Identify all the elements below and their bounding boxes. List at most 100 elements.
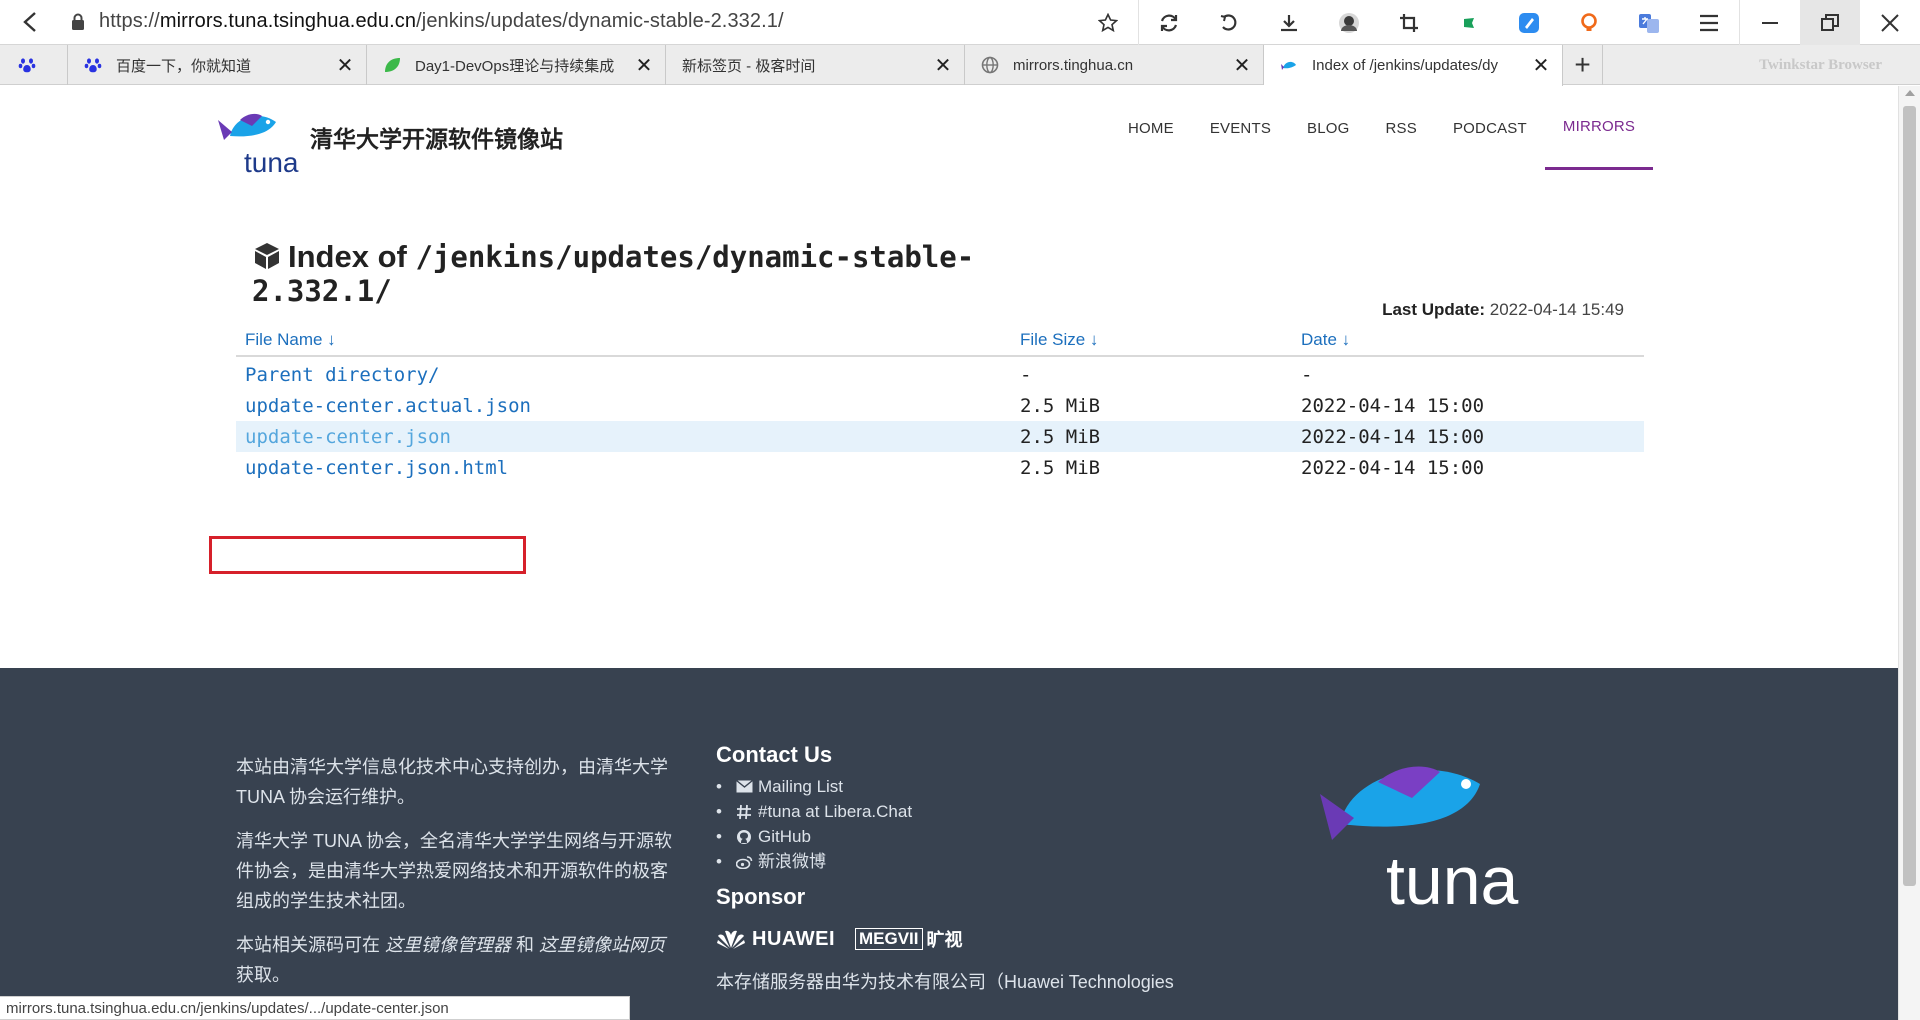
menu-button[interactable]: [1679, 0, 1739, 45]
minimize-button[interactable]: [1740, 0, 1800, 45]
translate-button[interactable]: [1619, 0, 1679, 45]
file-link[interactable]: update-center.actual.json: [245, 395, 531, 417]
browser-toolbar: https://mirrors.tuna.tsinghua.edu.cn/jen…: [0, 0, 1920, 45]
table-row: Parent directory/ - -: [236, 359, 1644, 390]
footer-about: 本站由清华大学信息化技术中心支持创办，由清华大学 TUNA 协会运行维护。 清华…: [236, 752, 676, 1004]
avatar-icon: [1339, 12, 1359, 33]
nav-home[interactable]: HOME: [1110, 86, 1192, 170]
tab-close-button[interactable]: ✕: [1227, 50, 1257, 80]
reload-button[interactable]: [1139, 0, 1199, 45]
contact-item[interactable]: • Mailing List: [716, 774, 1196, 799]
huawei-logo[interactable]: HUAWEI: [716, 928, 835, 951]
tab-title: Index of /jenkins/updates/dy: [1312, 57, 1498, 74]
browser-brand: Twinkstar Browser: [1759, 57, 1882, 73]
about-paragraph: 本站相关源码可在 这里镜像管理器 和 这里镜像站网页 获取。: [236, 930, 676, 990]
file-date: -: [1301, 364, 1313, 386]
tab-close-button[interactable]: ✕: [330, 50, 360, 80]
file-link[interactable]: update-center.json: [245, 426, 451, 448]
bookmark-star-button[interactable]: [1078, 0, 1138, 45]
back-button[interactable]: [16, 7, 44, 37]
contact-item[interactable]: • #tuna at Libera.Chat: [716, 799, 1196, 824]
url-scheme: https://: [99, 10, 160, 32]
tab-pinned-baidu[interactable]: [0, 45, 68, 85]
megvii-logo[interactable]: MEGVII 旷视: [855, 926, 963, 952]
envelope-icon: [734, 778, 754, 796]
tuna-fish-icon: [1280, 57, 1298, 75]
source-link-mirror-manager[interactable]: 这里镜像管理器: [385, 935, 511, 955]
tab-index-jenkins[interactable]: Index of /jenkins/updates/dy ✕: [1264, 45, 1563, 86]
back-arrow-icon: [23, 12, 36, 32]
extension-avatar-button[interactable]: [1319, 0, 1379, 45]
reload-icon: [1160, 14, 1178, 31]
nav-events[interactable]: EVENTS: [1192, 86, 1289, 170]
url-path: /jenkins/updates/dynamic-stable-2.332.1/: [416, 10, 784, 32]
tab-close-button[interactable]: ✕: [1526, 51, 1556, 81]
close-icon: [1881, 13, 1899, 32]
tab-title: mirrors.tinghua.cn: [1013, 56, 1134, 74]
svg-text:tuna: tuna: [1386, 843, 1519, 914]
site-name[interactable]: 清华大学开源软件镜像站: [310, 120, 563, 154]
file-size: -: [1020, 364, 1032, 386]
crop-icon: [1400, 13, 1418, 32]
address-bar-url[interactable]: https://mirrors.tuna.tsinghua.edu.cn/jen…: [99, 10, 784, 33]
download-button[interactable]: [1259, 0, 1319, 45]
tab-baidu[interactable]: 百度一下，你就知道 ✕: [68, 45, 367, 85]
hamburger-menu-icon: [1700, 14, 1718, 31]
sort-by-name[interactable]: File Name ↓: [245, 330, 336, 350]
link-status-bubble: mirrors.tuna.tsinghua.edu.cn/jenkins/upd…: [0, 996, 630, 1020]
sort-by-size[interactable]: File Size ↓: [1020, 330, 1098, 350]
table-header: File Name ↓ File Size ↓ Date ↓: [236, 322, 1644, 357]
star-icon: [1098, 12, 1118, 32]
title-prefix: Index of: [288, 239, 407, 274]
table-row: update-center.actual.json 2.5 MiB 2022-0…: [236, 390, 1644, 421]
screenshot-crop-button[interactable]: [1379, 0, 1439, 45]
svg-text:tuna: tuna: [244, 147, 299, 176]
file-size: 2.5 MiB: [1020, 457, 1101, 479]
nav-podcast[interactable]: PODCAST: [1435, 86, 1545, 170]
nav-mirrors[interactable]: MIRRORS: [1544, 86, 1654, 170]
file-size: 2.5 MiB: [1020, 395, 1101, 417]
sort-by-date[interactable]: Date ↓: [1301, 330, 1350, 350]
sponsor-text: 本存储服务器由华为技术有限公司（Huawei Technologies: [716, 972, 1174, 992]
megvii-chinese-name: 旷视: [926, 930, 963, 950]
source-link-mirror-web[interactable]: 这里镜像站网页: [539, 935, 665, 955]
sponsor-heading: Sponsor: [716, 884, 806, 909]
nav-blog[interactable]: BLOG: [1289, 86, 1367, 170]
scroll-up-arrow-icon[interactable]: [1905, 90, 1915, 96]
scrollbar-thumb[interactable]: [1903, 106, 1916, 886]
contact-list: • Mailing List • #tuna at Libera.Chat • …: [716, 774, 1196, 874]
tab-close-button[interactable]: ✕: [629, 50, 659, 80]
extension-bulb-button[interactable]: [1559, 0, 1619, 45]
tab-mirrors-tinghua[interactable]: mirrors.tinghua.cn ✕: [965, 45, 1264, 85]
file-link[interactable]: Parent directory/: [245, 364, 439, 386]
file-link[interactable]: update-center.json.html: [245, 457, 508, 479]
restore-button[interactable]: [1800, 0, 1860, 45]
nav-rss[interactable]: RSS: [1368, 86, 1435, 170]
close-window-button[interactable]: [1860, 0, 1920, 45]
package-box-icon: [255, 243, 279, 269]
contact-item[interactable]: • 新浪微博: [716, 849, 1196, 874]
hash-icon: [734, 803, 754, 821]
tab-devops[interactable]: Day1-DevOps理论与持续集成 ✕: [367, 45, 666, 85]
tab-geektime[interactable]: 新标签页 - 极客时间 ✕: [666, 45, 965, 85]
tuna-logo[interactable]: tuna: [216, 106, 300, 176]
file-date: 2022-04-14 15:00: [1301, 426, 1485, 448]
extension-note-button[interactable]: [1499, 0, 1559, 45]
bullet: •: [716, 852, 722, 871]
extension-flag-button[interactable]: [1439, 0, 1499, 45]
tuna-footer-logo: tuna: [1320, 766, 1519, 914]
about-paragraph: 本站由清华大学信息化技术中心支持创办，由清华大学 TUNA 协会运行维护。: [236, 757, 668, 807]
page-scrollbar[interactable]: [1898, 86, 1920, 1020]
table-row-highlighted: update-center.json 2.5 MiB 2022-04-14 15…: [236, 421, 1644, 452]
bulb-icon: [1581, 12, 1597, 31]
contact-label: Mailing List: [758, 777, 844, 796]
bullet: •: [716, 827, 722, 846]
huawei-petal-icon: [717, 930, 745, 949]
baidu-paw-icon: [18, 56, 36, 74]
lock-icon[interactable]: [71, 13, 85, 31]
tab-close-button[interactable]: ✕: [928, 50, 958, 80]
undo-close-tab-button[interactable]: [1199, 0, 1259, 45]
new-tab-button[interactable]: +: [1563, 45, 1603, 85]
contact-item[interactable]: • GitHub: [716, 824, 1196, 849]
footer-contact: Contact Us • Mailing List • #tuna at Lib…: [716, 742, 1196, 994]
